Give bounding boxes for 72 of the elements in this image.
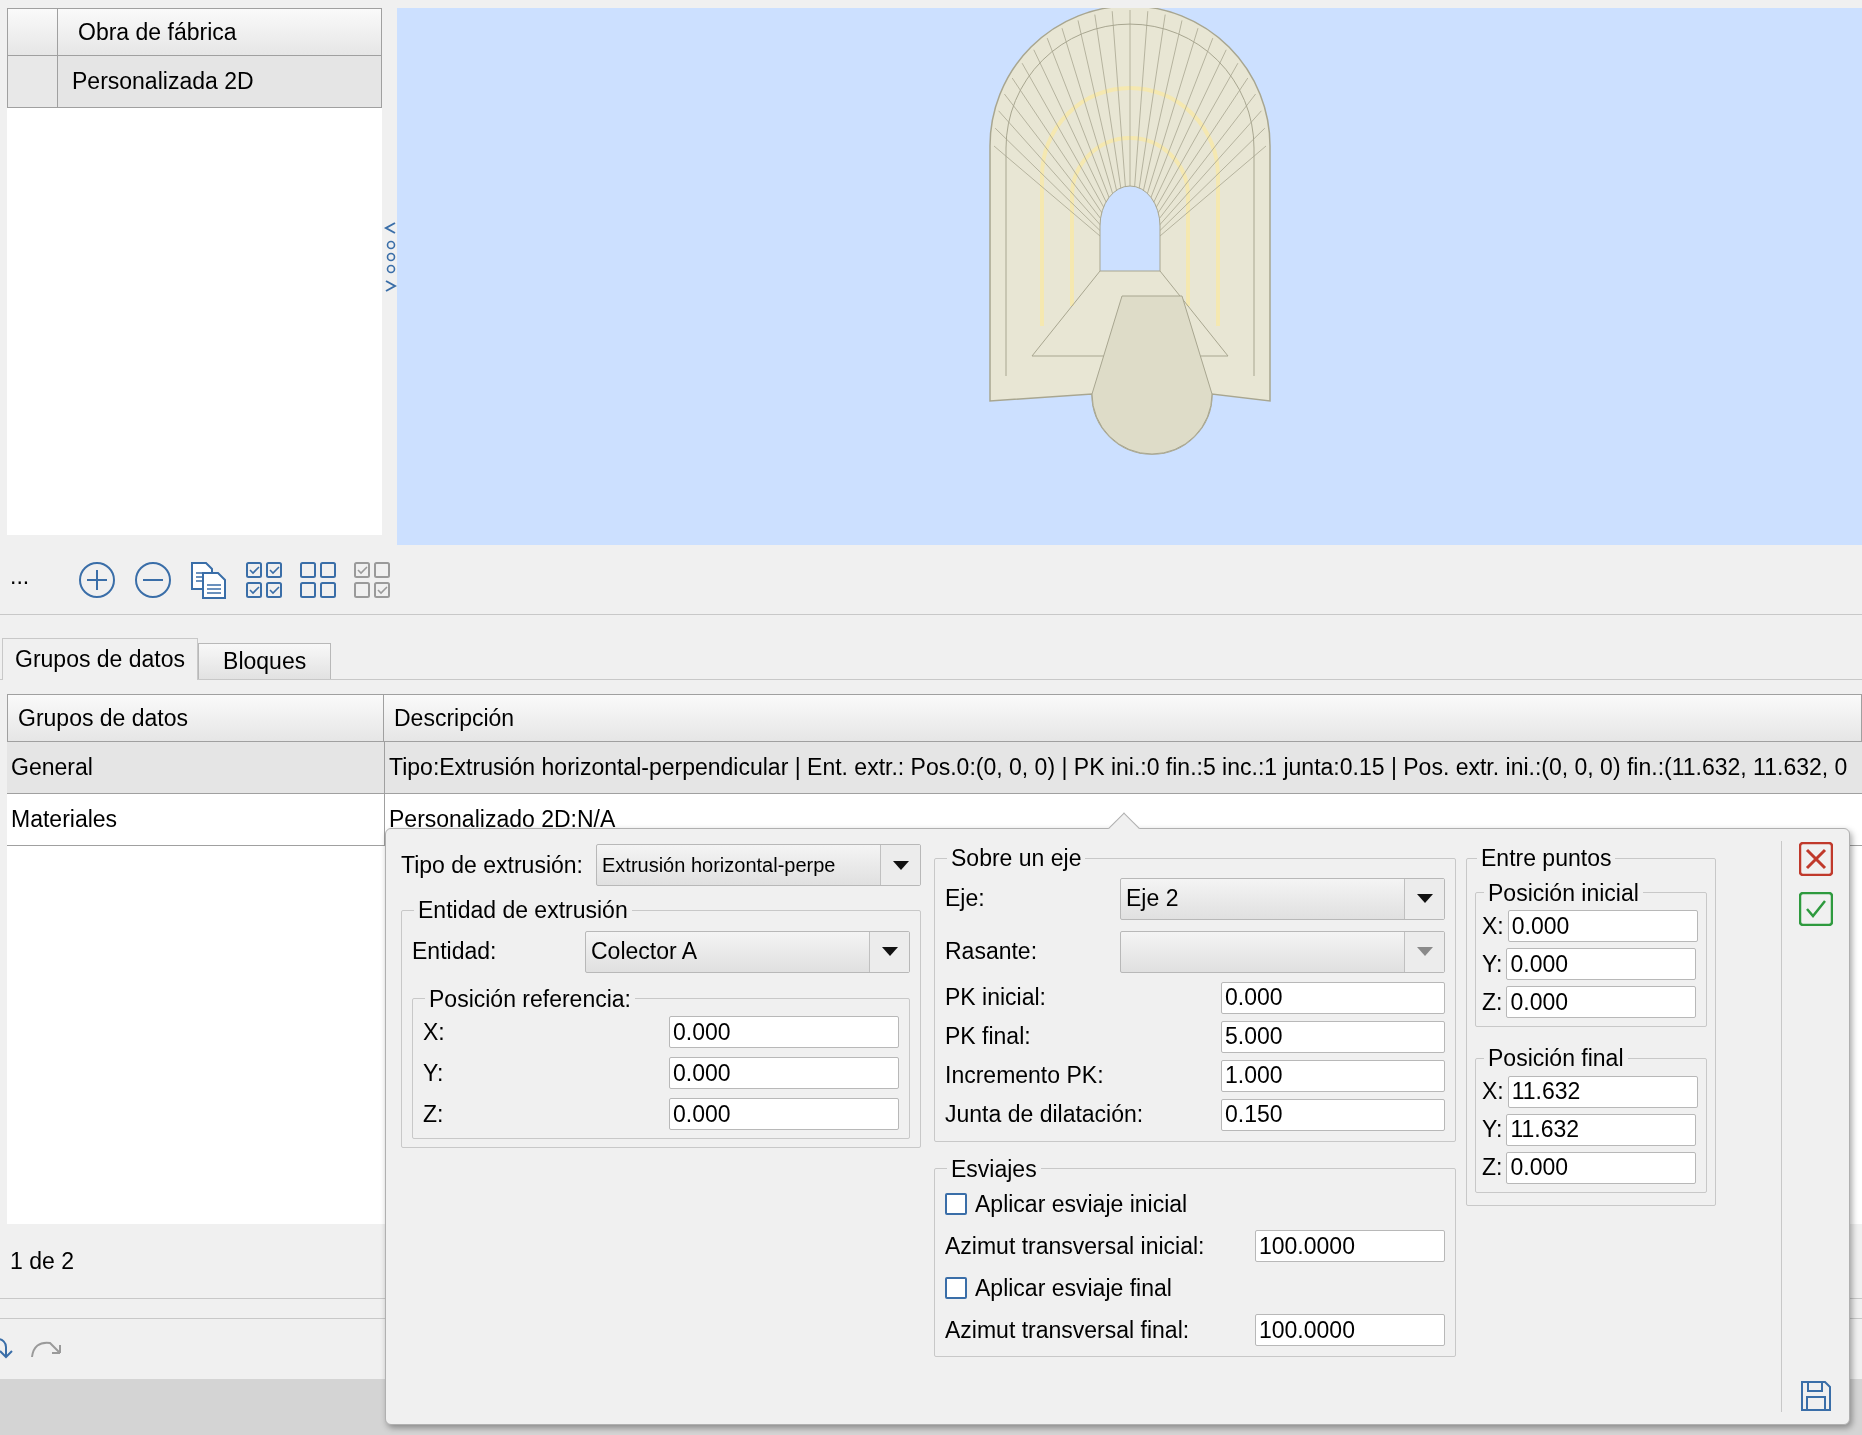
add-icon[interactable] bbox=[78, 560, 116, 599]
table-cell-text: General bbox=[11, 753, 93, 783]
column-header[interactable]: Grupos de datos bbox=[7, 695, 384, 741]
field-label: Eje: bbox=[945, 884, 985, 914]
text-field[interactable]: 11.632 bbox=[1507, 1075, 1698, 1108]
checkbox[interactable] bbox=[945, 1193, 967, 1215]
tab[interactable]: Grupos de datos bbox=[2, 638, 199, 680]
text-field[interactable]: 11.632 bbox=[1506, 1113, 1697, 1146]
save-icon[interactable] bbox=[1799, 1380, 1832, 1412]
field-label: Rasante: bbox=[945, 937, 1038, 967]
field-label: Y: bbox=[1482, 1115, 1503, 1145]
field-label: Azimut transversal final: bbox=[945, 1315, 1190, 1345]
checkbox[interactable] bbox=[945, 1277, 967, 1299]
text-field[interactable]: 1.000 bbox=[1221, 1059, 1445, 1092]
check-icon[interactable] bbox=[1798, 892, 1833, 926]
text-field[interactable]: 0.150 bbox=[1221, 1098, 1445, 1131]
tab[interactable]: Bloques bbox=[198, 643, 332, 679]
field-label: PK inicial: bbox=[945, 983, 1046, 1013]
field-label: PK final: bbox=[945, 1022, 1031, 1052]
text-field[interactable]: 0.000 bbox=[1221, 981, 1445, 1014]
splitter-handle-icon[interactable] bbox=[382, 220, 397, 293]
field-label: Z: bbox=[1482, 987, 1503, 1017]
text-field[interactable]: 0.000 bbox=[1506, 1151, 1697, 1184]
more-options-button[interactable]: ... bbox=[10, 559, 60, 594]
close-icon[interactable] bbox=[1798, 842, 1833, 876]
text-field[interactable]: 0.000 bbox=[669, 1016, 899, 1048]
text-field[interactable]: 0.000 bbox=[669, 1057, 899, 1089]
table-cell-text: Personalizado 2D:N/A bbox=[389, 805, 616, 835]
checkbox-label: Aplicar esviaje inicial bbox=[975, 1189, 1188, 1219]
field-label: Z: bbox=[1482, 1153, 1503, 1183]
select-all-icon[interactable] bbox=[246, 561, 282, 598]
table-row[interactable]: General Tipo:Extrusión horizontal-perpendicular | Ent. extr.: Pos.0:(0, 0, 0) | PK ini.:0 fin.:5 inc.:1 junta:0.15 | Pos. extr. ini.:(0, 0, 0) fin.:(11.632, 11.632, 0 bbox=[7, 742, 1862, 794]
field-label: Azimut transversal inicial: bbox=[945, 1231, 1205, 1261]
field-label: X: bbox=[423, 1017, 445, 1047]
column-header: Obra de fábrica bbox=[77, 17, 238, 47]
field-label: Entidad: bbox=[412, 937, 497, 967]
field-label: X: bbox=[1482, 1077, 1504, 1107]
field-label: Incremento PK: bbox=[945, 1061, 1104, 1091]
field-label: Tipo de extrusión: bbox=[401, 850, 583, 880]
field-label: Z: bbox=[423, 1099, 444, 1129]
column-header[interactable]: Descripción bbox=[384, 695, 1862, 741]
text-field[interactable]: 100.0000 bbox=[1255, 1314, 1445, 1346]
page-counter: 1 de 2 bbox=[10, 1246, 74, 1276]
caret-down-icon bbox=[881, 947, 898, 956]
copy-document-icon[interactable] bbox=[190, 560, 228, 599]
table-cell-text: Materiales bbox=[11, 805, 118, 835]
text-field[interactable]: 0.000 bbox=[669, 1098, 899, 1130]
group-title: Entidad de extrusión bbox=[417, 896, 629, 925]
caret-down-icon bbox=[892, 860, 909, 870]
checkbox-label: Aplicar esviaje final bbox=[975, 1273, 1172, 1303]
field-label: Junta de dilatación: bbox=[945, 1100, 1144, 1130]
text-field[interactable]: 100.0000 bbox=[1255, 1230, 1445, 1262]
group-title: Entre puntos bbox=[1480, 844, 1613, 873]
invert-selection-icon[interactable] bbox=[354, 561, 390, 598]
dropdown[interactable]: Colector A bbox=[585, 930, 910, 973]
group-title: Posición final bbox=[1487, 1044, 1625, 1073]
text-field[interactable]: 0.000 bbox=[1507, 910, 1698, 942]
field-label: Y: bbox=[423, 1058, 444, 1088]
dropdown[interactable]: Eje 2 bbox=[1120, 877, 1445, 920]
group-title: Posición referencia: bbox=[428, 984, 632, 1014]
text-field[interactable]: 0.000 bbox=[1506, 948, 1697, 980]
dropdown[interactable]: Extrusión horizontal-perpe bbox=[596, 844, 921, 886]
text-field[interactable]: 0.000 bbox=[1506, 986, 1697, 1018]
field-label: Y: bbox=[1482, 949, 1503, 979]
text-field[interactable]: 5.000 bbox=[1221, 1020, 1445, 1053]
remove-icon[interactable] bbox=[134, 560, 172, 599]
group-title: Esviajes bbox=[950, 1154, 1038, 1184]
field-label: X: bbox=[1482, 911, 1504, 941]
group-title: Sobre un eje bbox=[950, 844, 1083, 873]
group-title: Posición inicial bbox=[1487, 878, 1640, 908]
deselect-all-icon[interactable] bbox=[300, 561, 336, 598]
table-cell-text: Tipo:Extrusión horizontal-perpendicular | Ent. extr.: Pos.0:(0, 0, 0) | PK ini.:0 fin.:5 inc.:1 junta:0.15 | Pos. extr. ini.:(0, 0, 0) fin.:(11.632, 11.632, 0 bbox=[389, 753, 1848, 783]
